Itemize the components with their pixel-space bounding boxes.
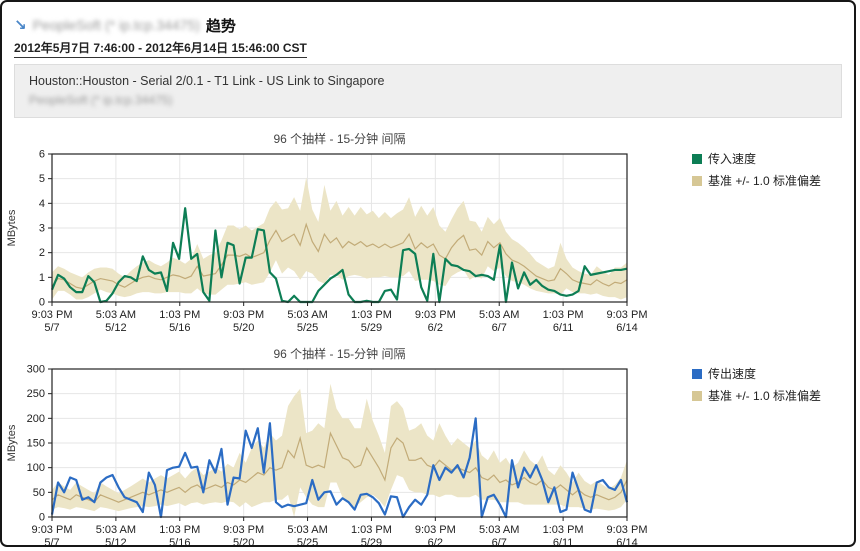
svg-text:200: 200 — [27, 413, 45, 425]
svg-text:6/11: 6/11 — [553, 322, 574, 334]
svg-text:5:03 AM: 5:03 AM — [96, 524, 136, 536]
svg-text:300: 300 — [27, 364, 45, 376]
svg-text:5/12: 5/12 — [105, 322, 126, 334]
svg-text:1:03 PM: 1:03 PM — [543, 524, 584, 536]
svg-text:9:03 PM: 9:03 PM — [32, 309, 73, 321]
date-range-label: 2012年5月7日 7:46:00 - 2012年6月14日 15:46:00 … — [14, 39, 307, 58]
svg-text:9:03 PM: 9:03 PM — [415, 524, 456, 536]
svg-text:MBytes: MBytes — [6, 209, 18, 246]
legend-swatch-baseline-icon — [692, 176, 702, 186]
svg-text:1:03 PM: 1:03 PM — [159, 309, 200, 321]
svg-text:5/7: 5/7 — [44, 537, 59, 547]
legend-item: 传入速度 — [692, 150, 852, 167]
inbound-chart-area: 96 个抽样 - 15-分钟 间隔 0123456MBytes9:03 PM5/… — [2, 130, 692, 339]
legend-item: 基准 +/- 1.0 标准偏差 — [692, 172, 852, 189]
svg-text:5/20: 5/20 — [233, 537, 254, 547]
svg-text:9:03 PM: 9:03 PM — [223, 524, 264, 536]
trend-report-window: ↘ PeopleSoft (* ip.tcp.34475) 趋势 2012年5月… — [0, 0, 856, 547]
svg-text:250: 250 — [27, 388, 45, 400]
svg-text:6/14: 6/14 — [616, 322, 637, 334]
svg-text:5/20: 5/20 — [233, 322, 254, 334]
svg-text:5:03 AM: 5:03 AM — [479, 309, 519, 321]
svg-text:5/16: 5/16 — [169, 537, 190, 547]
svg-text:6/7: 6/7 — [492, 322, 507, 334]
outbound-chart-area: 96 个抽样 - 15-分钟 间隔 0 50 100 150 200 250 300 MByt… — [2, 345, 692, 547]
svg-text:6/7: 6/7 — [492, 537, 507, 547]
svg-text:5:03 AM: 5:03 AM — [287, 524, 327, 536]
outbound-chart-legend: 传出速度 基准 +/- 1.0 标准偏差 — [692, 345, 852, 547]
svg-text:6/14: 6/14 — [616, 537, 637, 547]
svg-text:150: 150 — [27, 438, 45, 450]
svg-text:5:03 AM: 5:03 AM — [96, 309, 136, 321]
svg-text:9:03 PM: 9:03 PM — [223, 309, 264, 321]
context-box: Houston::Houston - Serial 2/0.1 - T1 Lin… — [14, 64, 842, 118]
redacted-application-line: PeopleSoft (* ip.tcp.34475) — [29, 91, 827, 110]
svg-text:5/29: 5/29 — [361, 322, 382, 334]
svg-text:5/29: 5/29 — [361, 537, 382, 547]
interface-description: Houston::Houston - Serial 2/0.1 - T1 Lin… — [29, 72, 827, 91]
svg-text:100: 100 — [27, 462, 45, 474]
legend-label: 基准 +/- 1.0 标准偏差 — [708, 172, 821, 189]
legend-swatch-out-rate-icon — [692, 369, 702, 379]
legend-label: 基准 +/- 1.0 标准偏差 — [708, 387, 821, 404]
svg-text:9:03 PM: 9:03 PM — [607, 309, 648, 321]
svg-text:5:03 AM: 5:03 AM — [479, 524, 519, 536]
svg-text:MBytes: MBytes — [6, 424, 18, 461]
svg-text:5/16: 5/16 — [169, 322, 190, 334]
svg-text:9:03 PM: 9:03 PM — [415, 309, 456, 321]
svg-text:6/2: 6/2 — [428, 322, 443, 334]
outbound-chart-block: 96 个抽样 - 15-分钟 间隔 0 50 100 150 200 250 300 MByt… — [2, 345, 854, 547]
svg-text:0: 0 — [39, 297, 45, 309]
svg-text:5/7: 5/7 — [44, 322, 59, 334]
svg-text:6: 6 — [39, 149, 45, 161]
svg-text:4: 4 — [39, 198, 45, 210]
svg-text:5/25: 5/25 — [297, 322, 318, 334]
svg-text:1:03 PM: 1:03 PM — [159, 524, 200, 536]
title-row: ↘ PeopleSoft (* ip.tcp.34475) 趋势 — [14, 14, 842, 36]
svg-text:9:03 PM: 9:03 PM — [607, 524, 648, 536]
inbound-chart-title: 96 个抽样 - 15-分钟 间隔 — [52, 130, 627, 146]
svg-text:6/2: 6/2 — [428, 537, 443, 547]
svg-text:1:03 PM: 1:03 PM — [543, 309, 584, 321]
legend-item: 传出速度 — [692, 365, 852, 382]
redacted-application-name: PeopleSoft (* ip.tcp.34475) — [33, 17, 200, 33]
svg-text:5/12: 5/12 — [105, 537, 126, 547]
page-title: 趋势 — [206, 15, 236, 36]
svg-text:3: 3 — [39, 223, 45, 235]
inbound-chart-block: 96 个抽样 - 15-分钟 间隔 0123456MBytes9:03 PM5/… — [2, 130, 854, 339]
svg-text:5/25: 5/25 — [297, 537, 318, 547]
outbound-rate-chart: 050100150200250300MBytes9:03 PM5/75:03 A… — [2, 361, 692, 547]
legend-label: 传出速度 — [708, 365, 756, 382]
svg-text:9:03 PM: 9:03 PM — [32, 524, 73, 536]
drilldown-arrow-icon[interactable]: ↘ — [14, 18, 27, 33]
svg-text:5:03 AM: 5:03 AM — [287, 309, 327, 321]
svg-text:50: 50 — [33, 487, 45, 499]
legend-item: 基准 +/- 1.0 标准偏差 — [692, 387, 852, 404]
svg-text:6/11: 6/11 — [553, 537, 574, 547]
svg-text:2: 2 — [39, 247, 45, 259]
legend-swatch-in-rate-icon — [692, 154, 702, 164]
svg-text:5: 5 — [39, 173, 45, 185]
inbound-chart-legend: 传入速度 基准 +/- 1.0 标准偏差 — [692, 130, 852, 339]
outbound-chart-title: 96 个抽样 - 15-分钟 间隔 — [52, 345, 627, 361]
svg-text:1: 1 — [39, 272, 45, 284]
legend-swatch-baseline-icon — [692, 391, 702, 401]
inbound-rate-chart: 0123456MBytes9:03 PM5/75:03 AM5/121:03 P… — [2, 146, 692, 334]
svg-text:0: 0 — [39, 512, 45, 524]
legend-label: 传入速度 — [708, 150, 756, 167]
svg-text:1:03 PM: 1:03 PM — [351, 309, 392, 321]
report-header: ↘ PeopleSoft (* ip.tcp.34475) 趋势 2012年5月… — [2, 2, 854, 118]
svg-text:1:03 PM: 1:03 PM — [351, 524, 392, 536]
